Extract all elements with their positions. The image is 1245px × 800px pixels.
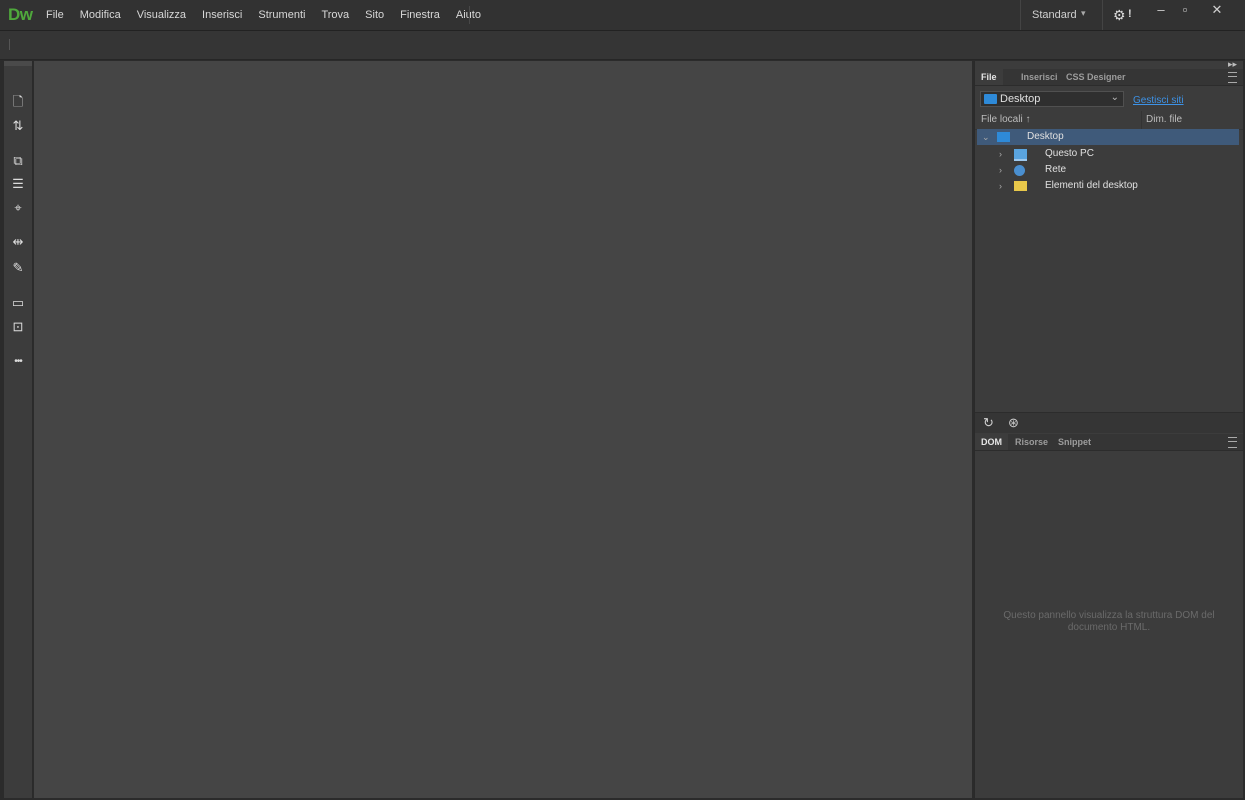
menu-file[interactable]: File	[46, 9, 64, 21]
minimize-button[interactable]: –	[1149, 2, 1173, 17]
menu-strumenti[interactable]: Strumenti	[258, 9, 305, 21]
dom-outline-icon[interactable]: ☰	[6, 172, 30, 196]
connect-icon[interactable]: ⊛	[1008, 415, 1019, 431]
sort-arrows-icon[interactable]: ⇅	[9, 117, 27, 135]
right-panel-group: ▸▸ File Inserisci CSS Designer Desktop ⌄…	[974, 59, 1243, 798]
document-area[interactable]	[34, 61, 972, 798]
alert-badge: !	[1128, 8, 1132, 20]
tree-label: Desktop	[1027, 131, 1064, 142]
align-icon[interactable]: ⇹	[9, 233, 27, 251]
inspect-icon[interactable]: ⧉	[9, 152, 27, 170]
tab-css-designer[interactable]: CSS Designer	[1060, 69, 1132, 85]
workspace-switcher[interactable]: Standard ▾	[1020, 0, 1102, 30]
validate-icon[interactable]: ⊡	[9, 318, 27, 336]
site-select-value: Desktop	[1000, 93, 1041, 105]
close-button[interactable]: ✕	[1205, 2, 1229, 18]
chevron-right-icon[interactable]: ›	[999, 178, 1002, 194]
computer-icon	[1014, 149, 1027, 161]
panel-menu-icon[interactable]	[1228, 72, 1237, 83]
toolbar-grip[interactable]	[9, 39, 10, 50]
tree-row-questo-pc[interactable]: › Questo PC	[977, 146, 1239, 162]
menu-divider	[469, 6, 470, 24]
tree-row-elementi-desktop[interactable]: › Elementi del desktop	[977, 178, 1239, 194]
tab-file[interactable]: File	[975, 69, 1003, 85]
brush-icon[interactable]: ✎	[9, 259, 27, 277]
common-toolbar: 🗋 ⇅ ⧉ ☰ ⌖ ⇹ ✎ ▭ ⊡ •••	[4, 61, 33, 798]
dom-panel-tabs: DOM Risorse Snippet	[975, 434, 1243, 451]
chevron-down-icon: ⌄	[1110, 92, 1119, 103]
gear-icon: ⚙	[1113, 7, 1126, 23]
tree-row-desktop[interactable]: ⌄ Desktop	[977, 129, 1239, 145]
target-icon[interactable]: ⌖	[9, 199, 27, 217]
chevron-down-icon[interactable]: ⌄	[982, 129, 990, 145]
menu-sito[interactable]: Sito	[365, 9, 384, 21]
dom-empty-message: Questo pannello visualizza la struttura …	[1003, 610, 1215, 633]
menu-inserisci[interactable]: Inserisci	[202, 9, 242, 21]
more-icon[interactable]: •••	[9, 353, 27, 371]
workspace-label: Standard	[1032, 9, 1077, 21]
menu-trova[interactable]: Trova	[321, 9, 349, 21]
title-bar: Dw File Modifica Visualizza Inserisci St…	[0, 0, 1245, 31]
tab-snippet[interactable]: Snippet	[1052, 434, 1097, 450]
file-column-header: File locali ↑ Dim. file	[975, 111, 1243, 130]
column-local-files[interactable]: File locali ↑	[981, 114, 1030, 125]
tab-dom[interactable]: DOM	[975, 434, 1008, 450]
menu-visualizza[interactable]: Visualizza	[137, 9, 186, 21]
tab-inserisci[interactable]: Inserisci	[1015, 69, 1064, 85]
new-document-icon[interactable]: 🗋	[9, 93, 27, 111]
chevron-right-icon[interactable]: ›	[999, 162, 1002, 178]
files-panel-tabs: File Inserisci CSS Designer	[975, 69, 1243, 86]
document-toolbar	[0, 31, 1245, 60]
manage-sites-link[interactable]: Gestisci siti	[1133, 95, 1184, 106]
files-panel-footer: ↻ ⊛	[975, 412, 1243, 433]
menu-modifica[interactable]: Modifica	[80, 9, 121, 21]
site-select[interactable]: Desktop ⌄	[980, 91, 1124, 107]
sync-settings-button[interactable]: ⚙ !	[1102, 0, 1143, 30]
chevron-down-icon: ▾	[1081, 8, 1086, 18]
comment-icon[interactable]: ▭	[9, 294, 27, 312]
tree-label: Questo PC	[1045, 148, 1094, 159]
maximize-button[interactable]: ▫	[1173, 2, 1197, 17]
panel-menu-icon[interactable]	[1228, 437, 1237, 448]
toolbar-header	[4, 61, 32, 66]
chevron-right-icon[interactable]: ›	[999, 146, 1002, 162]
desktop-icon	[997, 132, 1010, 142]
tree-row-rete[interactable]: › Rete	[977, 162, 1239, 178]
folder-icon	[1014, 181, 1027, 191]
tree-label: Elementi del desktop	[1045, 180, 1138, 191]
menu-bar: File Modifica Visualizza Inserisci Strum…	[46, 9, 497, 21]
menu-finestra[interactable]: Finestra	[400, 9, 440, 21]
desktop-icon	[984, 94, 997, 104]
refresh-icon[interactable]: ↻	[983, 415, 994, 431]
app-logo: Dw	[8, 5, 33, 24]
column-file-size[interactable]: Dim. file	[1141, 111, 1182, 129]
tree-label: Rete	[1045, 164, 1067, 175]
network-icon	[1014, 165, 1025, 176]
tab-risorse[interactable]: Risorse	[1009, 434, 1054, 450]
